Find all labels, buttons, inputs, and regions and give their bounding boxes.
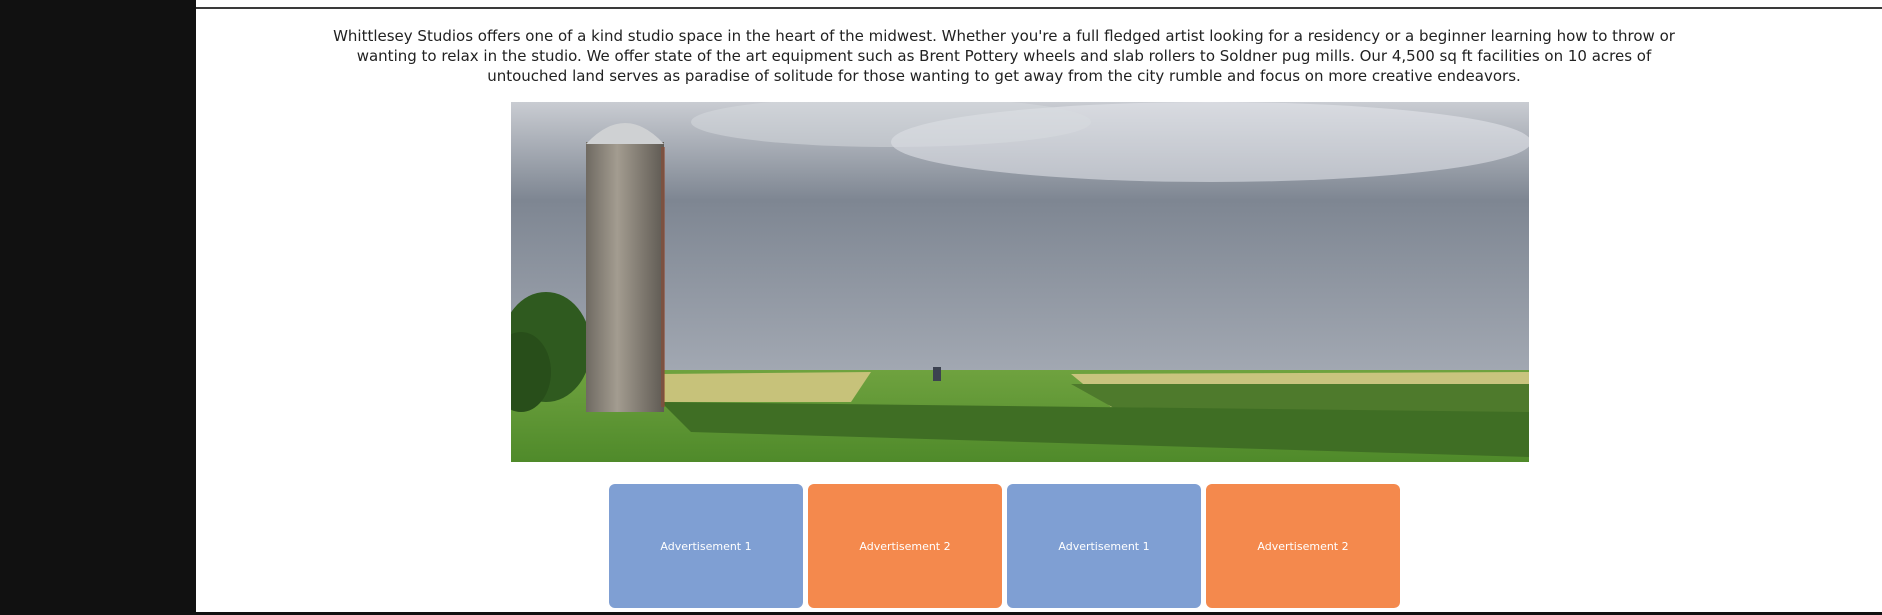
advertisement-2[interactable]: Advertisement 2	[808, 484, 1002, 608]
hero-image	[511, 102, 1529, 462]
advertisement-row: Advertisement 1 Advertisement 2 Advertis…	[609, 484, 1400, 608]
header-divider	[196, 7, 1882, 9]
advertisement-3[interactable]: Advertisement 1	[1007, 484, 1201, 608]
advertisement-1[interactable]: Advertisement 1	[609, 484, 803, 608]
advertisement-4[interactable]: Advertisement 2	[1206, 484, 1400, 608]
intro-paragraph: Whittlesey Studios offers one of a kind …	[333, 27, 1675, 85]
left-sidebar	[0, 0, 196, 615]
silo-shape	[586, 142, 664, 412]
